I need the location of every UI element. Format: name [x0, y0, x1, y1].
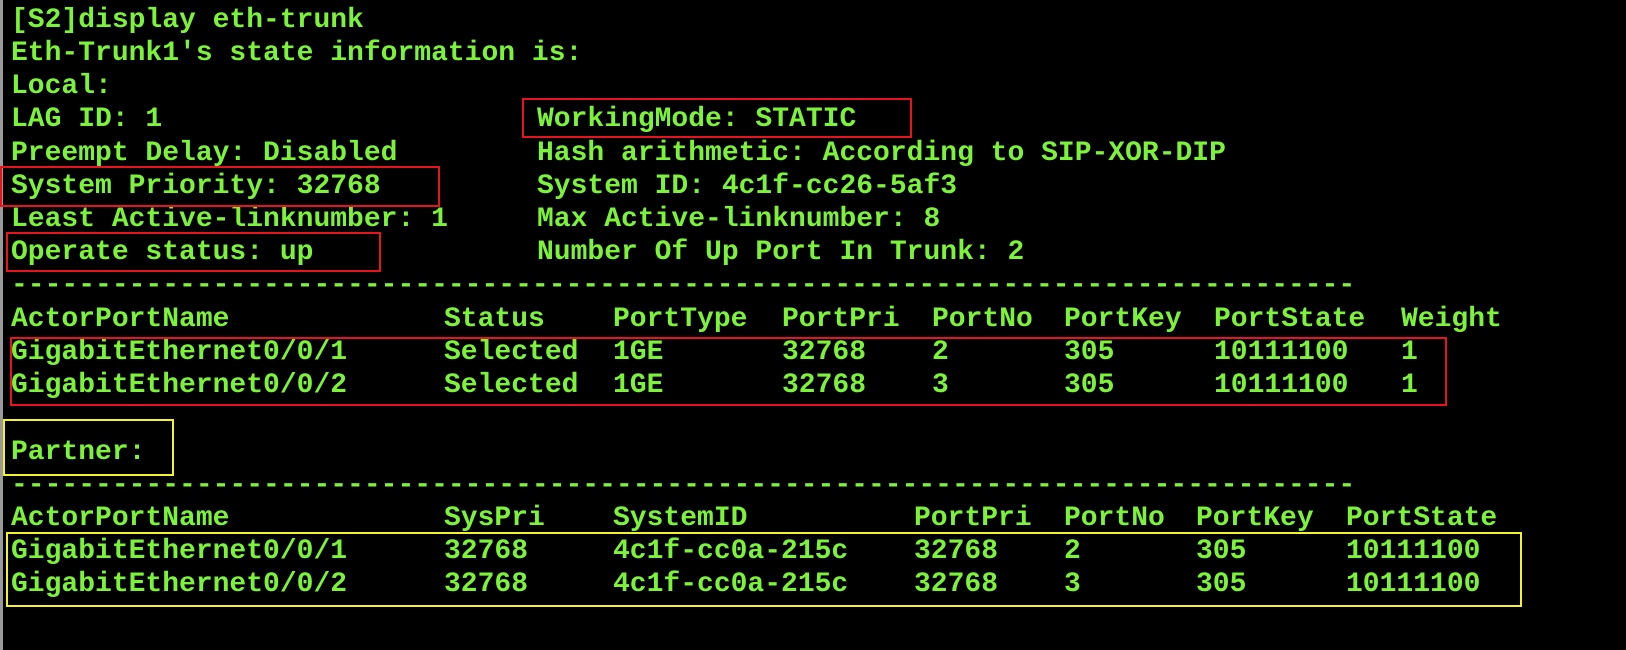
system-id: System ID: 4c1f-cc26-5af3	[537, 171, 958, 202]
up-port-count: Number Of Up Port In Trunk: 2	[537, 237, 1025, 268]
operate-status: Operate status: up	[11, 237, 314, 268]
preempt-delay: Preempt Delay: Disabled	[11, 138, 398, 169]
local-row2-port: GigabitEthernet0/0/2	[11, 370, 348, 401]
local-header-weight: Weight	[1401, 304, 1502, 335]
local-header-portstate: PortState	[1214, 304, 1366, 335]
system-priority: System Priority: 32768	[11, 171, 381, 202]
partner-row2-portstate: 10111100	[1346, 569, 1481, 600]
partner-header-systemid: SystemID	[613, 503, 748, 534]
partner-row1-portno: 2	[1064, 536, 1081, 567]
local-header-portkey: PortKey	[1064, 304, 1182, 335]
lag-id: LAG ID: 1	[11, 104, 163, 135]
terminal-window[interactable]: [S2]display eth-trunk Eth-Trunk1's state…	[0, 0, 1626, 650]
local-row1-portstate: 10111100	[1214, 337, 1349, 368]
partner-label: Partner:	[11, 437, 146, 468]
local-row2-portstate: 10111100	[1214, 370, 1349, 401]
local-header-status: Status	[444, 304, 545, 335]
partner-row2-portpri: 32768	[914, 569, 999, 600]
window-left-border	[0, 0, 3, 650]
partner-header-portno: PortNo	[1064, 503, 1165, 534]
local-row1-porttype: 1GE	[613, 337, 664, 368]
working-mode: WorkingMode: STATIC	[537, 104, 857, 135]
partner-row2-portkey: 305	[1196, 569, 1247, 600]
partner-row1-portstate: 10111100	[1346, 536, 1481, 567]
partner-row2-systemid: 4c1f-cc0a-215c	[613, 569, 849, 600]
state-header: Eth-Trunk1's state information is:	[11, 38, 583, 69]
partner-header-actorportname: ActorPortName	[11, 503, 230, 534]
command-line: [S2]display eth-trunk	[11, 5, 364, 36]
max-active-linknumber: Max Active-linknumber: 8	[537, 204, 941, 235]
partner-header-portpri: PortPri	[914, 503, 1032, 534]
partner-row2-portno: 3	[1064, 569, 1081, 600]
local-row1-portno: 2	[932, 337, 949, 368]
separator-line: ----------------------------------------…	[11, 270, 1356, 301]
local-header-portno: PortNo	[932, 304, 1033, 335]
local-row2-weight: 1	[1401, 370, 1418, 401]
local-header-actorportname: ActorPortName	[11, 304, 230, 335]
partner-header-portstate: PortState	[1346, 503, 1498, 534]
separator-line: ----------------------------------------…	[11, 470, 1356, 501]
partner-row2-port: GigabitEthernet0/0/2	[11, 569, 348, 600]
local-header-porttype: PortType	[613, 304, 748, 335]
partner-row1-syspri: 32768	[444, 536, 529, 567]
partner-row1-portpri: 32768	[914, 536, 999, 567]
local-row2-portkey: 305	[1064, 370, 1115, 401]
partner-row2-syspri: 32768	[444, 569, 529, 600]
hash-arithmetic: Hash arithmetic: According to SIP-XOR-DI…	[537, 138, 1226, 169]
local-row1-weight: 1	[1401, 337, 1418, 368]
partner-row1-port: GigabitEthernet0/0/1	[11, 536, 348, 567]
partner-row1-portkey: 305	[1196, 536, 1247, 567]
local-row2-portno: 3	[932, 370, 949, 401]
local-header-portpri: PortPri	[782, 304, 900, 335]
local-row2-status: Selected	[444, 370, 579, 401]
local-label: Local:	[11, 71, 112, 102]
partner-header-syspri: SysPri	[444, 503, 545, 534]
partner-row1-systemid: 4c1f-cc0a-215c	[613, 536, 849, 567]
local-row2-portpri: 32768	[782, 370, 867, 401]
local-row1-portkey: 305	[1064, 337, 1115, 368]
partner-header-portkey: PortKey	[1196, 503, 1314, 534]
local-row2-porttype: 1GE	[613, 370, 664, 401]
local-row1-status: Selected	[444, 337, 579, 368]
least-active-linknumber: Least Active-linknumber: 1	[11, 204, 448, 235]
local-row1-port: GigabitEthernet0/0/1	[11, 337, 348, 368]
local-row1-portpri: 32768	[782, 337, 867, 368]
